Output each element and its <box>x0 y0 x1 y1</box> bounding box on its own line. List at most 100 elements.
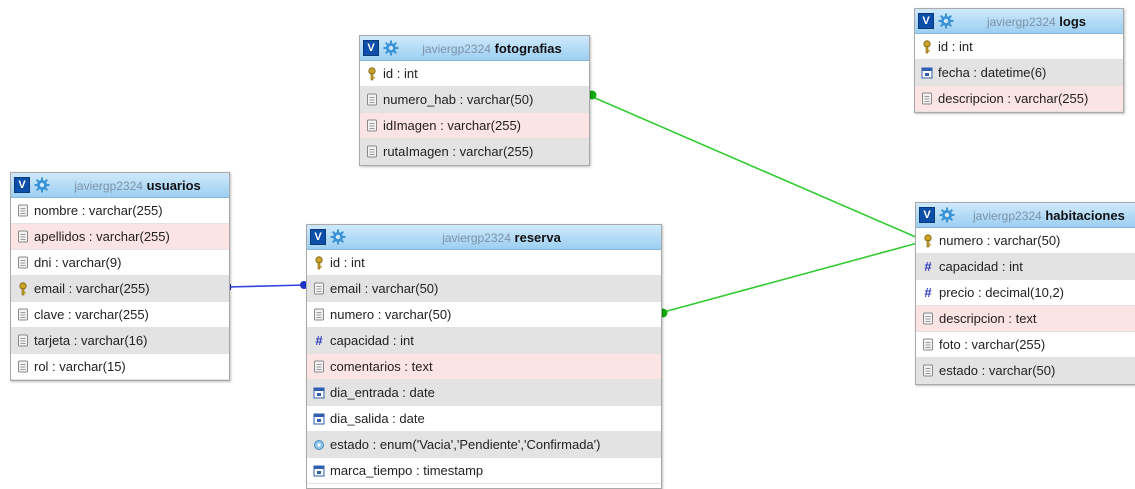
column-row[interactable]: # capacidad : int <box>307 328 661 354</box>
column-row[interactable]: descripcion : text <box>916 306 1135 332</box>
column-label: estado : varchar(50) <box>939 363 1056 378</box>
column-label: id : int <box>330 255 365 270</box>
toggle-button[interactable]: V <box>919 207 935 223</box>
key-icon <box>312 255 326 270</box>
column-row[interactable]: idImagen : varchar(255) <box>360 113 589 139</box>
column-label: tarjeta : varchar(16) <box>34 333 148 348</box>
numeric-icon: # <box>924 285 932 300</box>
table-title: javiergp2324 reserva <box>346 230 657 245</box>
column-row[interactable]: clave : varchar(255) <box>11 302 229 328</box>
column-icon <box>312 308 326 322</box>
column-icon <box>920 92 934 106</box>
table-habitaciones[interactable]: V javiergp2324 habitaciones numero : var… <box>915 202 1135 385</box>
column-label: dni : varchar(9) <box>34 255 122 270</box>
gear-icon[interactable] <box>330 229 346 245</box>
column-label: id : int <box>938 39 973 54</box>
column-label: id : int <box>383 66 418 81</box>
table-name: reserva <box>514 229 561 245</box>
table-title: javiergp2324 habitaciones <box>955 208 1135 223</box>
column-row[interactable]: nombre : varchar(255) <box>11 198 229 224</box>
numeric-icon: # <box>315 333 323 348</box>
column-label: dia_salida : date <box>330 411 425 426</box>
gear-icon[interactable] <box>939 207 955 223</box>
column-icon <box>16 204 30 218</box>
column-row[interactable]: numero_hab : varchar(50) <box>360 87 589 113</box>
column-row[interactable]: id : int <box>360 61 589 87</box>
table-header[interactable]: V javiergp2324 logs <box>915 9 1123 34</box>
toggle-button[interactable]: V <box>918 13 934 29</box>
column-row[interactable]: foto : varchar(255) <box>916 332 1135 358</box>
toggle-button[interactable]: V <box>14 177 30 193</box>
column-row[interactable]: comentarios : text <box>307 354 661 380</box>
database-name: javiergp2324 <box>74 178 143 193</box>
table-title: javiergp2324 fotografias <box>399 41 585 56</box>
column-label: email : varchar(255) <box>34 281 150 296</box>
column-label: nombre : varchar(255) <box>34 203 163 218</box>
column-row[interactable]: numero : varchar(50) <box>916 228 1135 254</box>
column-label: idImagen : varchar(255) <box>383 118 522 133</box>
table-name: habitaciones <box>1045 207 1125 223</box>
column-label: comentarios : text <box>330 359 433 374</box>
database-name: javiergp2324 <box>422 41 491 56</box>
table-logs[interactable]: V javiergp2324 logs id : int fecha : dat… <box>914 8 1124 113</box>
table-header[interactable]: V javiergp2324 fotografias <box>360 36 589 61</box>
table-fotografias[interactable]: V javiergp2324 fotografias id : int nume… <box>359 35 590 166</box>
column-row[interactable]: email : varchar(255) <box>11 276 229 302</box>
column-icon <box>921 364 935 378</box>
column-row[interactable]: marca_tiempo : timestamp <box>307 458 661 484</box>
toggle-button[interactable]: V <box>310 229 326 245</box>
table-header[interactable]: V javiergp2324 habitaciones <box>916 203 1135 228</box>
column-icon <box>921 312 935 326</box>
column-row[interactable]: # precio : decimal(10,2) <box>916 280 1135 306</box>
column-label: precio : decimal(10,2) <box>939 285 1064 300</box>
database-name: javiergp2324 <box>973 208 1042 223</box>
column-row[interactable]: email : varchar(50) <box>307 276 661 302</box>
column-label: numero : varchar(50) <box>939 233 1061 248</box>
table-usuarios[interactable]: V javiergp2324 usuarios nombre : varchar… <box>10 172 230 381</box>
column-row[interactable]: # capacidad : int <box>916 254 1135 280</box>
gear-icon[interactable] <box>34 177 50 193</box>
table-name: fotografias <box>494 40 562 56</box>
table-name: usuarios <box>146 177 201 193</box>
column-icon <box>16 308 30 322</box>
column-label: foto : varchar(255) <box>939 337 1046 352</box>
date-icon <box>920 66 934 80</box>
column-icon <box>16 256 30 270</box>
table-title: javiergp2324 usuarios <box>50 178 225 193</box>
table-reserva[interactable]: V javiergp2324 reserva id : int email : … <box>306 224 662 489</box>
gear-icon[interactable] <box>938 13 954 29</box>
gear-icon[interactable] <box>383 40 399 56</box>
column-row[interactable]: id : int <box>307 250 661 276</box>
table-header[interactable]: V javiergp2324 reserva <box>307 225 661 250</box>
column-row[interactable]: tarjeta : varchar(16) <box>11 328 229 354</box>
table-header[interactable]: V javiergp2324 usuarios <box>11 173 229 198</box>
column-row[interactable]: estado : varchar(50) <box>916 358 1135 384</box>
column-label: clave : varchar(255) <box>34 307 149 322</box>
relation-reserva-habitaciones <box>659 240 926 314</box>
column-icon <box>921 338 935 352</box>
column-label: email : varchar(50) <box>330 281 439 296</box>
key-icon <box>16 281 30 296</box>
enum-icon <box>312 438 326 452</box>
column-icon <box>16 230 30 244</box>
column-row[interactable]: numero : varchar(50) <box>307 302 661 328</box>
column-row[interactable]: dia_salida : date <box>307 406 661 432</box>
database-name: javiergp2324 <box>986 14 1056 29</box>
column-icon <box>312 360 326 374</box>
column-row[interactable]: apellidos : varchar(255) <box>11 224 229 250</box>
column-row[interactable]: id : int <box>915 34 1123 60</box>
toggle-button[interactable]: V <box>363 40 379 56</box>
column-row[interactable]: rutaImagen : varchar(255) <box>360 139 589 165</box>
column-row[interactable]: dni : varchar(9) <box>11 250 229 276</box>
column-label: dia_entrada : date <box>330 385 435 400</box>
column-icon <box>16 334 30 348</box>
column-label: marca_tiempo : timestamp <box>330 463 484 478</box>
column-row[interactable]: descripcion : varchar(255) <box>915 86 1123 112</box>
column-icon <box>365 145 379 159</box>
column-row[interactable]: fecha : datetime(6) <box>915 60 1123 86</box>
numeric-icon: # <box>924 259 932 274</box>
date-icon <box>312 412 326 426</box>
column-row[interactable]: estado : enum('Vacia','Pendiente','Confi… <box>307 432 661 458</box>
column-row[interactable]: dia_entrada : date <box>307 380 661 406</box>
column-row[interactable]: rol : varchar(15) <box>11 354 229 380</box>
